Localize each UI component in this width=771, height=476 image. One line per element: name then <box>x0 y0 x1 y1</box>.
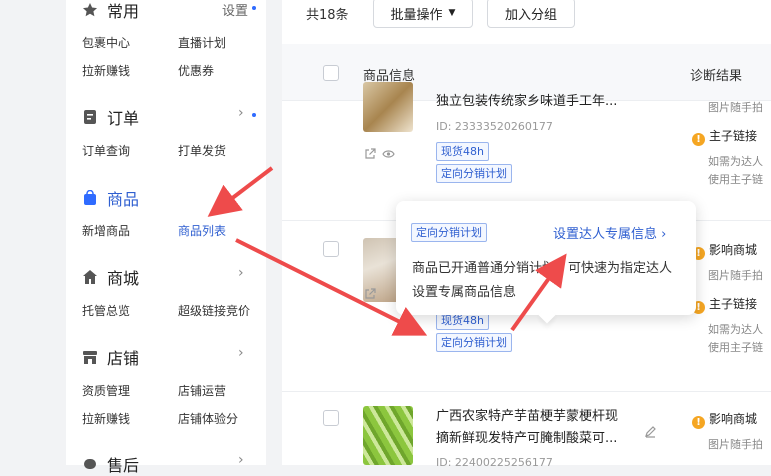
table-row: 广西农家特产芋苗梗芋蒙梗杆现 摘新鲜现发特产可腌制酸菜可... ID: 2240… <box>282 392 771 469</box>
diag-sub: 图片随手拍 <box>708 438 763 451</box>
sidebar-group-product[interactable]: 商品 <box>82 186 139 210</box>
notification-dot <box>252 113 256 117</box>
product-title[interactable]: 广西农家特产芋苗梗芋蒙梗杆现 <box>436 406 618 427</box>
store-icon <box>82 349 98 365</box>
eye-icon[interactable] <box>382 145 395 164</box>
sidebar-item[interactable]: 直播计划 <box>178 34 226 51</box>
diag-item[interactable]: ! 主子链接 <box>692 127 757 146</box>
total-count: 共18条 <box>306 8 349 23</box>
set-influencer-info-link[interactable]: 设置达人专属信息 › <box>553 223 666 242</box>
sidebar-group-title: 店铺 <box>107 349 140 368</box>
sidebar-item[interactable]: 新增商品 <box>82 222 130 239</box>
sidebar-group-aftersale[interactable]: 售后 <box>82 452 139 476</box>
diag-sub: 图片随手拍 <box>708 101 763 114</box>
sidebar-item[interactable]: 拉新赚钱 <box>82 62 130 79</box>
sidebar-item[interactable]: 资质管理 <box>82 382 130 399</box>
sidebar-item[interactable]: 超级链接竞价 <box>178 302 250 319</box>
col-diagnosis: 诊断结果 <box>690 69 743 84</box>
chevron-right-icon[interactable]: › <box>238 105 244 121</box>
diag-item[interactable]: ! 影响商城 <box>692 241 757 260</box>
sidebar: 常用 设置 包裹中心 直播计划 拉新赚钱 优惠券 订单 › 订单查询 打单发货 … <box>66 0 266 475</box>
diag-item[interactable]: ! 影响商城 <box>692 410 757 429</box>
sidebar-item[interactable]: 店铺体验分 <box>178 410 238 427</box>
home-icon <box>82 269 98 285</box>
row-checkbox[interactable] <box>323 241 339 257</box>
sidebar-group-title: 商城 <box>107 269 140 288</box>
chevron-right-icon[interactable]: › <box>238 452 244 468</box>
add-to-group-button[interactable]: 加入分组 <box>487 0 575 28</box>
notification-dot <box>252 6 256 10</box>
row-checkbox[interactable] <box>323 410 339 426</box>
product-id: ID: 23333520260177 <box>436 120 553 133</box>
diag-sub: 如需为达人 <box>708 155 763 168</box>
diag-item[interactable]: ! 主子链接 <box>692 295 757 314</box>
sidebar-item[interactable]: 拉新赚钱 <box>82 410 130 427</box>
diag-sub: 如需为达人 <box>708 323 763 336</box>
sidebar-item[interactable]: 打单发货 <box>178 142 226 159</box>
warning-icon: ! <box>692 416 705 429</box>
batch-operation-button[interactable]: 批量操作 ▼ <box>373 0 473 28</box>
sidebar-group-store[interactable]: 店铺 <box>82 345 139 369</box>
sidebar-group-common[interactable]: 常用 <box>82 0 139 22</box>
chevron-right-icon[interactable]: › <box>238 265 244 281</box>
diag-label: 主子链接 <box>709 297 758 311</box>
bag-icon <box>82 190 98 206</box>
sidebar-group-mall[interactable]: 商城 <box>82 265 139 289</box>
toolbar: 共18条 批量操作 ▼ 加入分组 <box>282 0 771 44</box>
popover-tag: 定向分销计划 <box>411 223 487 242</box>
diag-sub: 图片随手拍 <box>708 269 763 282</box>
sidebar-item[interactable]: 优惠券 <box>178 62 214 79</box>
tag-directed-distribution[interactable]: 定向分销计划 <box>436 164 512 183</box>
star-icon <box>82 2 98 18</box>
sidebar-item[interactable]: 订单查询 <box>82 142 130 159</box>
sidebar-item[interactable]: 包裹中心 <box>82 34 130 51</box>
sidebar-item[interactable]: 店铺运营 <box>178 382 226 399</box>
diag-label: 主子链接 <box>709 129 758 143</box>
chevron-down-icon: ▼ <box>448 8 456 18</box>
product-thumbnail[interactable] <box>363 406 413 465</box>
tag-directed-distribution[interactable]: 定向分销计划 <box>436 333 512 352</box>
sidebar-item-product-list[interactable]: 商品列表 <box>178 222 226 239</box>
diag-sub: 使用主子链 <box>708 341 763 354</box>
sidebar-group-title: 商品 <box>107 190 140 209</box>
distribution-popover: 定向分销计划 设置达人专属信息 › 商品已开通普通分销计划，可快速为指定达人设置… <box>396 201 696 324</box>
diag-sub: 使用主子链 <box>708 173 763 186</box>
sidebar-group-title: 订单 <box>107 109 140 128</box>
product-title-line2[interactable]: 摘新鲜现发特产可腌制酸菜可... <box>436 428 617 449</box>
order-icon <box>82 109 98 125</box>
product-title[interactable]: 独立包装传统家乡味道手工年... <box>436 91 617 112</box>
sidebar-group-title: 常用 <box>107 2 140 21</box>
share-icon[interactable] <box>364 145 376 164</box>
warning-icon: ! <box>692 133 705 146</box>
chevron-right-icon[interactable]: › <box>238 345 244 361</box>
select-all-checkbox[interactable] <box>323 65 339 81</box>
add-to-group-label: 加入分组 <box>504 7 557 23</box>
sidebar-group-order[interactable]: 订单 <box>82 105 139 129</box>
aftersale-icon <box>82 456 98 472</box>
product-thumbnail[interactable] <box>363 82 413 132</box>
tag-stock-48h: 现货48h <box>436 142 489 161</box>
batch-label: 批量操作 <box>390 7 443 23</box>
sidebar-item[interactable]: 托管总览 <box>82 302 130 319</box>
settings-link[interactable]: 设置 <box>222 0 248 19</box>
diag-label: 影响商城 <box>709 412 758 426</box>
popover-description: 商品已开通普通分销计划，可快速为指定达人设置专属商品信息 <box>412 261 673 300</box>
diag-label: 影响商城 <box>709 243 758 257</box>
product-id: ID: 22400225256177 <box>436 456 553 469</box>
share-icon[interactable] <box>364 285 376 304</box>
sidebar-group-title: 售后 <box>107 456 140 475</box>
edit-icon[interactable] <box>644 423 657 442</box>
